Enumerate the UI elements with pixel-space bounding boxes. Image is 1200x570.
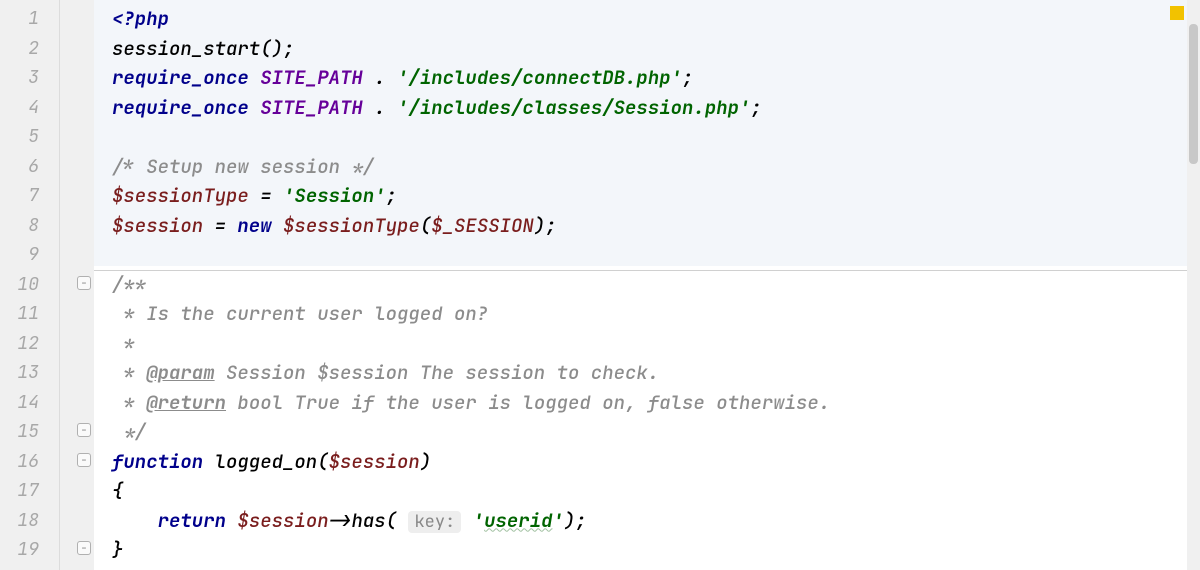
vertical-scrollbar[interactable] bbox=[1187, 0, 1200, 570]
code-line bbox=[112, 122, 1200, 152]
code-line: */ bbox=[112, 417, 1200, 447]
code-line: require_once SITE_PATH . '/includes/clas… bbox=[112, 93, 1200, 123]
line-number: 2 bbox=[0, 34, 59, 64]
parameter-hint: key: bbox=[408, 511, 461, 533]
line-number: 3 bbox=[0, 63, 59, 93]
line-number: 16 bbox=[0, 447, 59, 477]
line-number: 10 bbox=[0, 270, 59, 300]
code-line: $sessionType = 'Session'; bbox=[112, 181, 1200, 211]
line-number-gutter: 1 2 3 4 5 6 7 8 9 10 11 12 13 14 15 16 1… bbox=[0, 0, 60, 570]
line-number: 12 bbox=[0, 329, 59, 359]
code-line: * bbox=[112, 329, 1200, 359]
line-number: 9 bbox=[0, 240, 59, 270]
code-area[interactable]: <?php session_start(); require_once SITE… bbox=[94, 0, 1200, 570]
code-line: } bbox=[112, 535, 1200, 565]
code-editor[interactable]: 1 2 3 4 5 6 7 8 9 10 11 12 13 14 15 16 1… bbox=[0, 0, 1200, 570]
line-number: 8 bbox=[0, 211, 59, 241]
line-number: 11 bbox=[0, 299, 59, 329]
code-line: * @return bool True if the user is logge… bbox=[112, 388, 1200, 418]
code-line: /** bbox=[112, 270, 1200, 300]
code-line: * @param Session $session The session to… bbox=[112, 358, 1200, 388]
line-number: 7 bbox=[0, 181, 59, 211]
code-line: function logged_on($session) bbox=[112, 447, 1200, 477]
code-line: require_once SITE_PATH . '/includes/conn… bbox=[112, 63, 1200, 93]
method-separator bbox=[94, 270, 1200, 271]
line-number: 13 bbox=[0, 358, 59, 388]
code-line: <?php bbox=[112, 4, 1200, 34]
code-line: /* Setup new session */ bbox=[112, 152, 1200, 182]
line-number: 19 bbox=[0, 535, 59, 565]
code-line: $session = new $sessionType($_SESSION); bbox=[112, 211, 1200, 241]
fold-toggle-icon[interactable] bbox=[77, 453, 91, 467]
code-line: return $session->has( key: 'userid'); bbox=[112, 506, 1200, 536]
warning-marker-icon[interactable] bbox=[1170, 6, 1184, 20]
line-number: 1 bbox=[0, 4, 59, 34]
line-number: 4 bbox=[0, 93, 59, 123]
code-line: session_start(); bbox=[112, 34, 1200, 64]
fold-toggle-icon[interactable] bbox=[77, 276, 91, 290]
fold-toggle-icon[interactable] bbox=[77, 423, 91, 437]
code-line: * Is the current user logged on? bbox=[112, 299, 1200, 329]
line-number: 5 bbox=[0, 122, 59, 152]
line-number: 15 bbox=[0, 417, 59, 447]
scrollbar-thumb[interactable] bbox=[1189, 24, 1198, 164]
code-line: { bbox=[112, 476, 1200, 506]
fold-gutter bbox=[60, 0, 94, 570]
line-number: 17 bbox=[0, 476, 59, 506]
line-number: 6 bbox=[0, 152, 59, 182]
code-line bbox=[112, 240, 1200, 270]
line-number: 14 bbox=[0, 388, 59, 418]
line-number: 18 bbox=[0, 506, 59, 536]
fold-toggle-icon[interactable] bbox=[77, 541, 91, 555]
